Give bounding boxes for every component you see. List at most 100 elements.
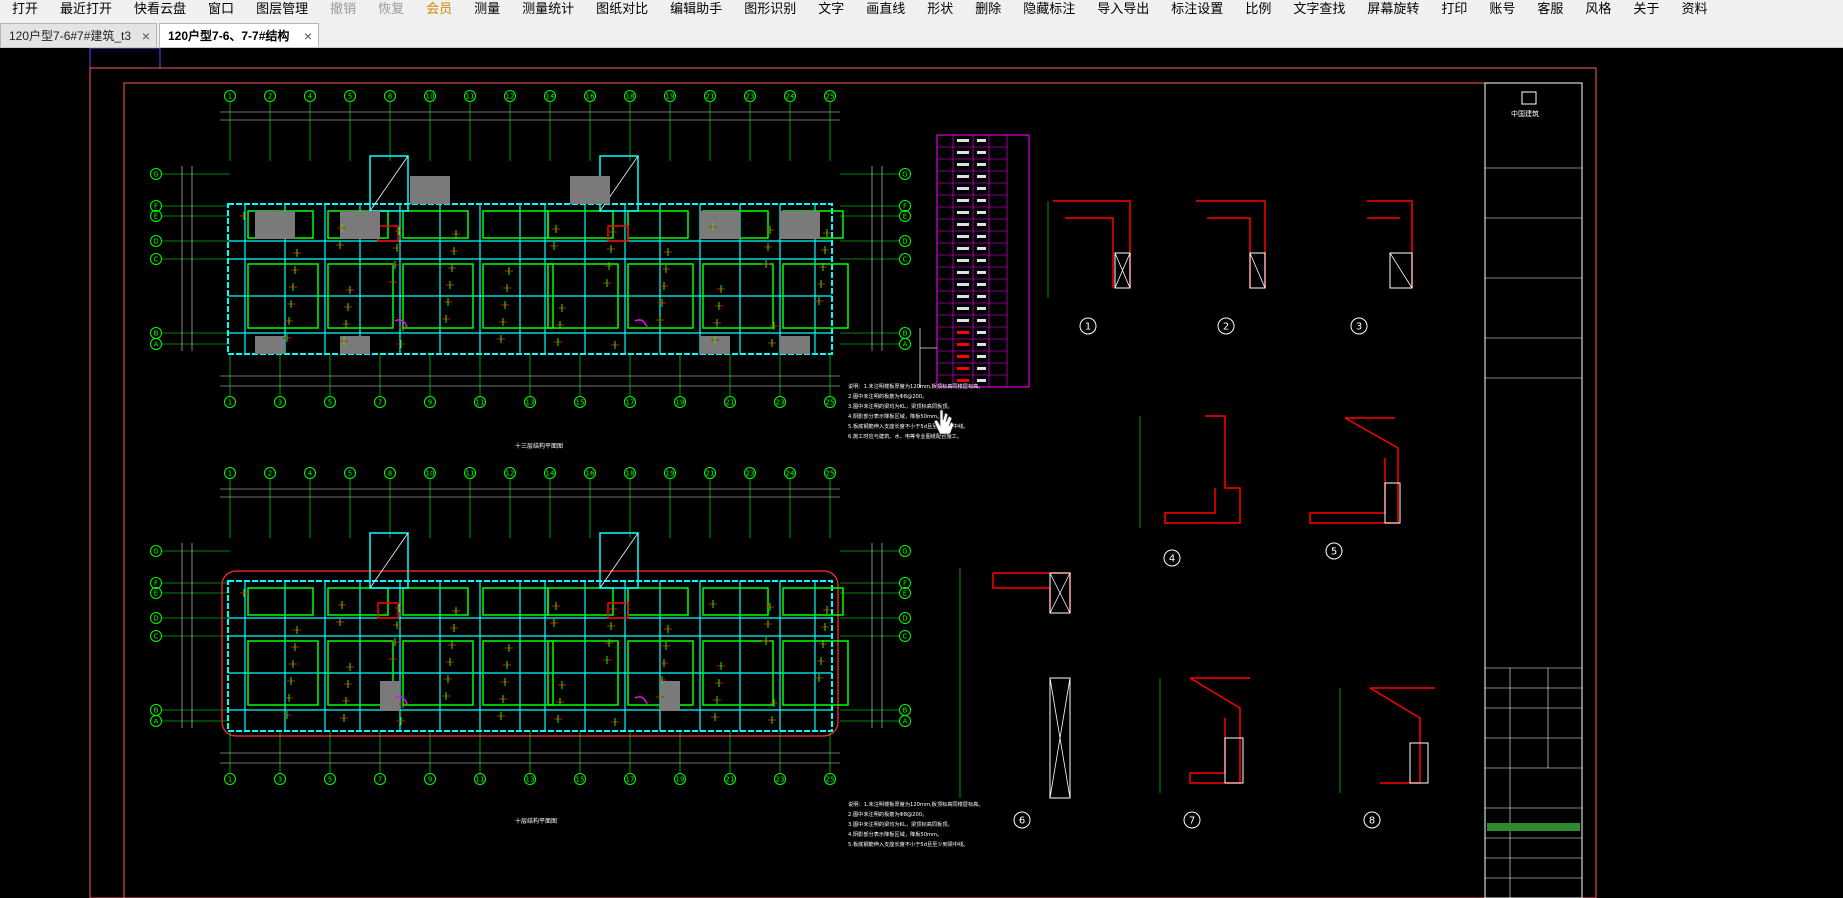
cad-drawing[interactable]: 1 2 4 5 8 10 11 12 14 16 18 19 21 23 24 25G GF FE ED DC CB BA…: [0, 48, 1843, 898]
depressed-slab-hatch: [255, 211, 295, 239]
menu-item-20[interactable]: 比例: [1233, 0, 1281, 18]
table-value-mark: [957, 223, 969, 226]
axis-bubble-bottom-label: 13: [526, 776, 535, 784]
axis-bubble-top-label: 4: [308, 470, 313, 478]
slab-panel: [327, 587, 389, 616]
menu-item-6[interactable]: 恢复: [366, 0, 414, 18]
menu-item-9[interactable]: 测量统计: [510, 0, 584, 18]
menu-item-7[interactable]: 会员: [414, 0, 462, 18]
axis-bubble-top-label: 5: [348, 470, 352, 478]
menu-item-0[interactable]: 打开: [0, 0, 48, 18]
menu-item-14[interactable]: 画直线: [854, 0, 915, 18]
menu-item-24[interactable]: 账号: [1477, 0, 1525, 18]
menu-item-19[interactable]: 标注设置: [1159, 0, 1233, 18]
table-value-mark: [977, 379, 986, 382]
menu-item-17[interactable]: 隐藏标注: [1011, 0, 1085, 18]
slab-panel: [547, 587, 614, 616]
detail-number: 1: [1085, 322, 1091, 333]
axis-bubble-top-label: 14: [546, 93, 555, 101]
axis-bubble-top-label: 11: [466, 93, 475, 101]
axis-bubble-top-label: 8: [388, 470, 392, 478]
table-value-mark: [977, 367, 986, 370]
axis-bubble-top-label: 10: [426, 470, 435, 478]
menu-item-13[interactable]: 文字: [806, 0, 854, 18]
menu-item-21[interactable]: 文字查找: [1281, 0, 1355, 18]
title-block: 中国建筑: [1484, 82, 1583, 898]
table-value-mark: [957, 343, 969, 346]
plan-lower: 1 2 4 5 8 10 11 12 14 16 18 19 21 23 24 25G GF FE ED DC CB BA…: [150, 467, 911, 785]
table-value-mark: [977, 283, 986, 286]
slab-panel: [482, 587, 549, 616]
table-value-mark: [957, 247, 969, 250]
table-value-mark: [957, 379, 969, 382]
stair-diagonal: [599, 532, 639, 589]
table-value-mark: [957, 259, 969, 262]
menu-item-15[interactable]: 形状: [915, 0, 963, 18]
menu-item-3[interactable]: 窗口: [196, 0, 244, 18]
close-icon[interactable]: ×: [142, 24, 150, 47]
menu-item-5[interactable]: 撤销: [318, 0, 366, 18]
detail-section: [1053, 200, 1131, 288]
table-value-mark: [977, 163, 986, 166]
menu-item-2[interactable]: 快看云盘: [122, 0, 196, 18]
detail-wall: [1409, 742, 1429, 784]
note-line: 4.阴影部分表示降板区域，降板50mm。: [848, 412, 942, 420]
plan-upper-caption: 十三层结构平面图: [515, 442, 563, 450]
detail-number: 6: [1019, 816, 1025, 827]
axis-bubble-bottom-label: 23: [776, 776, 785, 784]
menu-item-25[interactable]: 客服: [1525, 0, 1573, 18]
detail-number: 8: [1369, 816, 1375, 827]
tab-architecture-drawing[interactable]: 120户型7-6#7#建筑_t3 ×: [0, 23, 157, 47]
axis-bubble-right-label: A: [903, 718, 908, 726]
menu-item-12[interactable]: 图形识别: [732, 0, 806, 18]
section-details: 1 2 3 4 5 6 7 8: [959, 200, 1435, 829]
menu-item-27[interactable]: 关于: [1621, 0, 1669, 18]
note-line: 说明：1.未注明楼板厚度为120mm,板顶标高同楼层标高。: [848, 382, 984, 390]
table-value-mark: [957, 367, 969, 370]
axis-bubble-left-label: C: [154, 256, 159, 264]
company-name: 中国建筑: [1511, 109, 1539, 118]
table-value-mark: [977, 271, 986, 274]
table-value-mark: [957, 235, 969, 238]
tab-structure-drawing[interactable]: 120户型7-6、7-7#结构 ×: [159, 23, 319, 47]
slab-panel: [627, 587, 689, 616]
note-line: 3.图中未注明的梁均为KL，梁顶标高同板顶。: [848, 820, 953, 828]
axis-bubble-top-label: 12: [506, 470, 515, 478]
cad-drawing-canvas[interactable]: 1 2 4 5 8 10 11 12 14 16 18 19 21 23 24 25 G G F F E E D D C C B B A…: [0, 48, 1843, 898]
document-tab-bar: 120户型7-6#7#建筑_t3 × 120户型7-6、7-7#结构 ×: [0, 18, 1843, 48]
plan-lower-caption: 十层结构平面图: [515, 817, 557, 825]
axis-bubble-bottom-label: 7: [378, 399, 382, 407]
menu-item-26[interactable]: 风格: [1573, 0, 1621, 18]
table-value-mark: [957, 283, 969, 286]
table-value-mark: [977, 211, 986, 214]
axis-bubble-bottom-label: 3: [278, 776, 282, 784]
axis-bubble-top-label: 2: [268, 93, 272, 101]
menu-item-16[interactable]: 删除: [963, 0, 1011, 18]
drawing-frame: [123, 82, 1583, 898]
table-value-mark: [957, 139, 969, 142]
menu-item-22[interactable]: 屏幕旋转: [1355, 0, 1429, 18]
axis-bubble-top-label: 10: [426, 93, 435, 101]
axis-bubble-right-label: G: [902, 548, 907, 556]
menu-item-4[interactable]: 图层管理: [244, 0, 318, 18]
menu-item-28[interactable]: 资料: [1669, 0, 1717, 18]
menu-item-1[interactable]: 最近打开: [48, 0, 122, 18]
axis-bubble-left-label: G: [153, 171, 158, 179]
detail-section: [1196, 200, 1266, 288]
table-value-mark: [957, 355, 969, 358]
notes-upper: 说明：1.未注明楼板厚度为120mm,板顶标高同楼层标高。 2.图中未注明的板筋为…: [848, 382, 984, 440]
axis-bubble-left-label: F: [154, 580, 158, 588]
menu-item-10[interactable]: 图纸对比: [584, 0, 658, 18]
close-icon[interactable]: ×: [304, 24, 312, 47]
menu-item-23[interactable]: 打印: [1429, 0, 1477, 18]
axis-bubble-right-label: F: [903, 203, 907, 211]
axis-bubble-bottom-label: 11: [476, 776, 485, 784]
tab-label: 120户型7-6、7-7#结构: [168, 29, 290, 43]
depressed-slab-hatch: [410, 176, 450, 204]
axis-bubble-bottom-label: 19: [676, 776, 685, 784]
menu-item-8[interactable]: 测量: [462, 0, 510, 18]
table-value-mark: [957, 151, 969, 154]
menu-item-11[interactable]: 编辑助手: [658, 0, 732, 18]
menu-item-18[interactable]: 导入导出: [1085, 0, 1159, 18]
table-value-mark: [977, 199, 986, 202]
